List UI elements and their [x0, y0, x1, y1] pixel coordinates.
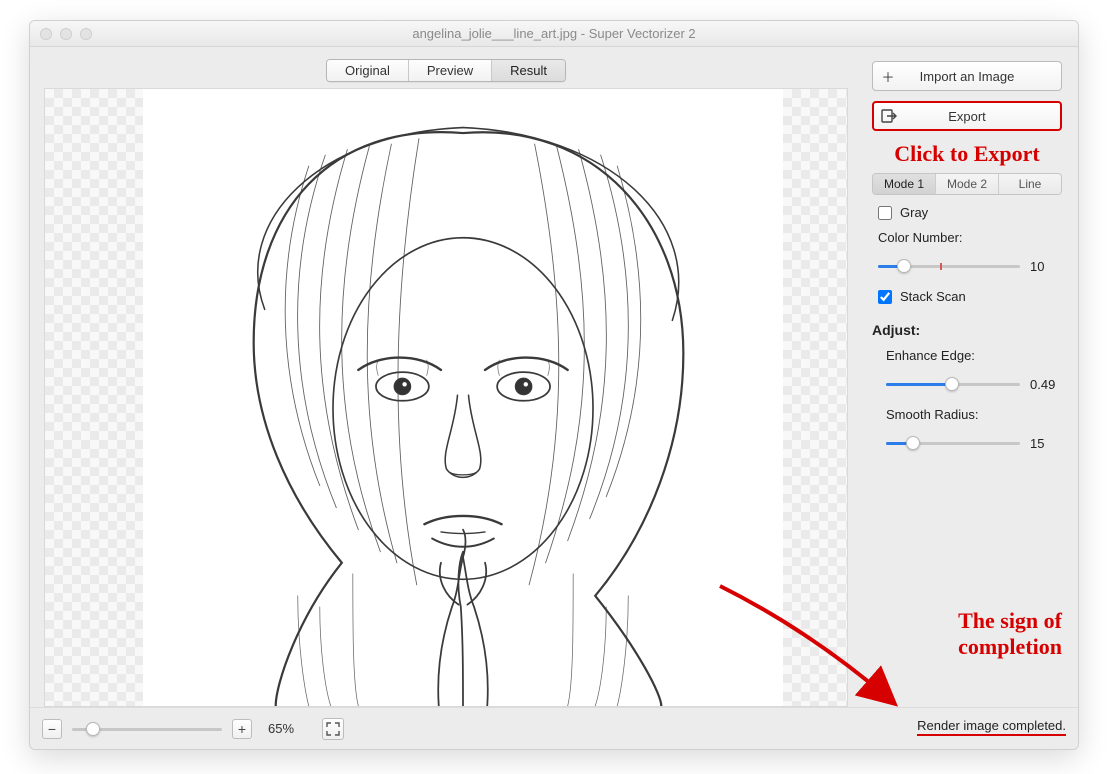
- gray-checkbox[interactable]: Gray: [878, 205, 1062, 220]
- tab-line[interactable]: Line: [999, 174, 1061, 194]
- artwork-preview: [143, 89, 783, 706]
- adjust-heading: Adjust:: [872, 322, 1062, 338]
- zoom-in-button[interactable]: +: [232, 719, 252, 739]
- mode-tabs[interactable]: Mode 1 Mode 2 Line: [872, 173, 1062, 195]
- stack-scan-checkbox[interactable]: Stack Scan: [878, 289, 1062, 304]
- stack-scan-checkbox-input[interactable]: [878, 290, 892, 304]
- color-number-slider[interactable]: [878, 257, 1020, 275]
- export-icon: [874, 109, 904, 123]
- annotation-click-export: Click to Export: [872, 141, 1062, 167]
- sidebar: ＋ Import an Image Export Click to Export…: [862, 47, 1078, 707]
- smooth-radius-slider[interactable]: [886, 434, 1020, 452]
- tab-mode2[interactable]: Mode 2: [936, 174, 999, 194]
- annotation-completion: The sign ofcompletion: [958, 608, 1062, 659]
- tab-original[interactable]: Original: [327, 60, 409, 81]
- zoom-slider[interactable]: [72, 720, 222, 738]
- color-number-label: Color Number:: [878, 230, 1062, 245]
- color-number-value: 10: [1030, 259, 1062, 274]
- tab-mode1[interactable]: Mode 1: [873, 174, 936, 194]
- tab-preview[interactable]: Preview: [409, 60, 492, 81]
- titlebar: angelina_jolie___line_art.jpg - Super Ve…: [30, 21, 1078, 47]
- enhance-edge-value: 0.49: [1030, 377, 1062, 392]
- enhance-edge-label: Enhance Edge:: [886, 348, 1062, 363]
- export-button[interactable]: Export: [872, 101, 1062, 131]
- zoom-out-button[interactable]: −: [42, 719, 62, 739]
- zoom-percent: 65%: [268, 721, 294, 736]
- footer: − + 65% Render image completed.: [30, 707, 1078, 749]
- status-text: Render image completed.: [917, 718, 1066, 739]
- gray-checkbox-input[interactable]: [878, 206, 892, 220]
- view-mode-tabs[interactable]: Original Preview Result: [326, 59, 566, 82]
- tab-result[interactable]: Result: [492, 60, 565, 81]
- canvas[interactable]: [44, 88, 848, 707]
- plus-icon: ＋: [873, 67, 903, 86]
- smooth-radius-value: 15: [1030, 436, 1062, 451]
- app-window: angelina_jolie___line_art.jpg - Super Ve…: [29, 20, 1079, 750]
- import-button[interactable]: ＋ Import an Image: [872, 61, 1062, 91]
- smooth-radius-label: Smooth Radius:: [886, 407, 1062, 422]
- window-title: angelina_jolie___line_art.jpg - Super Ve…: [30, 26, 1078, 41]
- enhance-edge-slider[interactable]: [886, 375, 1020, 393]
- fullscreen-button[interactable]: [322, 718, 344, 740]
